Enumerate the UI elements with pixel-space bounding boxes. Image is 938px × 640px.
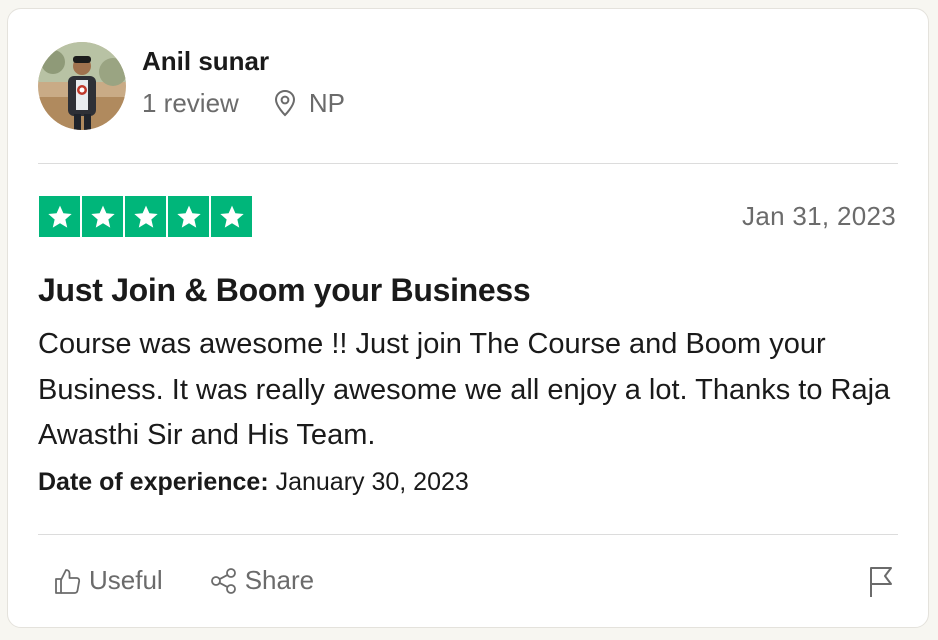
useful-label: Useful (89, 565, 163, 595)
avatar-image (38, 42, 126, 130)
star-box (168, 196, 209, 237)
star-icon (219, 205, 244, 228)
share-icon (210, 567, 236, 594)
date-of-experience: Date of experience: January 30, 2023 (38, 468, 469, 497)
reviewer-name[interactable]: Anil sunar (142, 46, 345, 76)
share-button[interactable]: Share (209, 565, 314, 596)
useful-button[interactable]: Useful (53, 565, 163, 596)
avatar[interactable] (38, 42, 126, 130)
star-box (125, 196, 166, 237)
star-box (211, 196, 252, 237)
reviewer-info: Anil sunar 1 review NP (142, 46, 345, 118)
flag-icon (870, 567, 892, 597)
star-icon (90, 205, 115, 228)
location-pin-icon (274, 89, 295, 117)
star-rating (39, 196, 252, 237)
review-count: 1 review (142, 88, 239, 118)
review-title[interactable]: Just Join & Boom your Business (38, 272, 531, 309)
experience-label: Date of experience: (38, 468, 269, 496)
header-divider (38, 163, 898, 164)
review-date: Jan 31, 2023 (742, 201, 896, 231)
reviewer-location: NP (273, 88, 345, 118)
location-code: NP (308, 88, 345, 118)
star-box (82, 196, 123, 237)
star-icon (133, 205, 158, 228)
reviewer-header: Anil sunar 1 review NP (38, 42, 345, 130)
footer-divider (38, 534, 898, 535)
star-icon (176, 205, 201, 228)
review-actions: Useful Share (53, 565, 314, 596)
reviewer-meta: 1 review NP (142, 88, 345, 118)
report-flag-button[interactable] (866, 565, 896, 604)
star-icon (47, 205, 72, 228)
review-body: Course was awesome !! Just join The Cour… (38, 328, 891, 451)
share-label: Share (244, 565, 315, 595)
thumbs-up-icon (55, 568, 81, 594)
experience-date: January 30, 2023 (275, 468, 469, 496)
star-box (39, 196, 80, 237)
review-card: Anil sunar 1 review NP Jan 31, 2023 Just… (7, 8, 929, 628)
